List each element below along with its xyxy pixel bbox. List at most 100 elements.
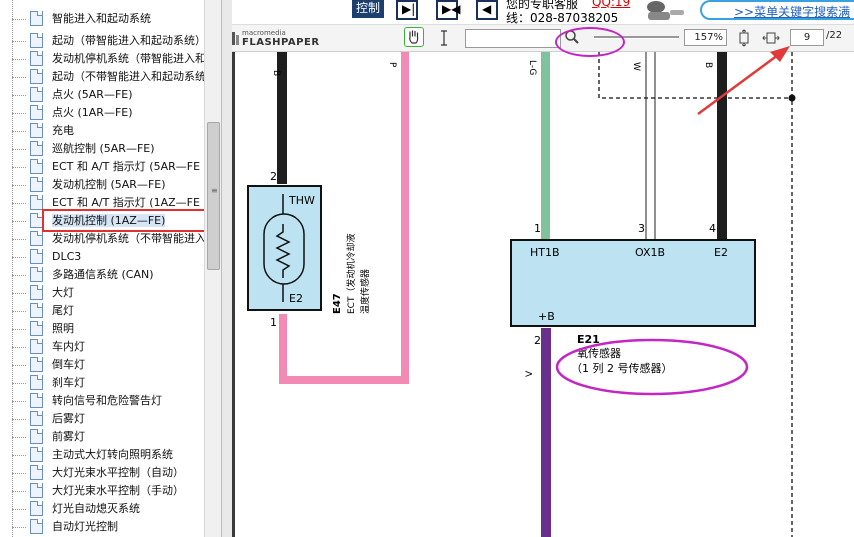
sensor-label-plus-b: +B	[538, 310, 555, 323]
document-page-icon	[30, 284, 43, 300]
tree-connector	[12, 329, 26, 330]
hand-icon	[409, 30, 419, 44]
tree-item-label: 发动机控制 (5AR—FE)	[52, 178, 166, 191]
next-page-button[interactable]: ▶|	[396, 0, 418, 20]
tree-connector	[12, 41, 26, 42]
tree-item-label: 发动机停机系统（带智能进入和	[52, 52, 204, 65]
tree-item-label: 前雾灯	[52, 430, 85, 443]
tree-item[interactable]: 前雾灯	[12, 428, 85, 446]
wire-tag-pink: P	[387, 62, 397, 68]
tree-connector	[12, 203, 26, 204]
document-page-icon	[30, 518, 43, 534]
document-page-icon	[30, 428, 43, 444]
phone-text: 线：028-87038205	[506, 12, 619, 24]
document-page-icon	[30, 194, 43, 210]
tree-item[interactable]: 发动机停机系统（不带智能进入	[12, 230, 204, 248]
tree-item-label: 刹车灯	[52, 376, 85, 389]
tree-item[interactable]: 发动机控制 (5AR—FE)	[12, 176, 166, 194]
tree-connector	[12, 131, 26, 132]
tree-item[interactable]: 倒车灯	[12, 356, 85, 374]
tree-item-label: 后雾灯	[52, 412, 85, 425]
tree-connector	[12, 347, 26, 348]
wire-tag-black-left: B	[271, 70, 281, 76]
bookmark-tree: 智能进入和起动系统起动（带智能进入和起动系统） 发动机停机系统（带智能进入和起动（…	[0, 0, 204, 537]
control-label: 控制	[352, 0, 385, 18]
tree-item[interactable]: DLC3	[12, 248, 81, 266]
page-total: /22	[826, 30, 843, 41]
fit-page-button[interactable]: ▶◀	[436, 0, 460, 20]
tree-item[interactable]: 灯光自动熄灭系统	[12, 500, 140, 518]
tree-connector	[12, 473, 26, 474]
tree-item-label: 大灯光束水平控制（自动）	[52, 466, 184, 479]
tree-item-label: 尾灯	[52, 304, 74, 317]
tree-connector	[12, 221, 26, 222]
tree-scrollbar-thumb[interactable]: ≡	[207, 122, 220, 270]
document-page-icon	[30, 86, 43, 102]
qq-link[interactable]: QQ:19	[592, 0, 630, 9]
tree-item[interactable]: 主动式大灯转向照明系统	[12, 446, 173, 464]
tree-item[interactable]: 发动机停机系统（带智能进入和	[12, 50, 204, 68]
search-input[interactable]	[465, 29, 561, 48]
previous-page-button[interactable]: ◀	[476, 0, 498, 20]
tree-item[interactable]: 大灯光束水平控制（自动）	[12, 464, 184, 482]
sensor-label-e2: E2	[714, 246, 728, 259]
tree-guide-line	[12, 0, 13, 537]
tree-item[interactable]: 车内灯	[12, 338, 85, 356]
green-wire	[541, 52, 550, 240]
hand-tool-button[interactable]	[404, 27, 424, 47]
tree-item[interactable]: 大灯光束水平控制（手动）	[12, 482, 184, 500]
tree-item[interactable]: 尾灯	[12, 302, 74, 320]
tree-scrollbar[interactable]: ≡	[204, 0, 221, 537]
menu-keyword-search-text[interactable]: >>菜单关键字搜索满	[734, 3, 850, 20]
tree-item-label: 充电	[52, 124, 74, 137]
sensor-note: （1 列 2 号传感器）	[571, 361, 673, 375]
sensor-pin-1: 1	[534, 222, 541, 235]
tree-item[interactable]: 后雾灯	[12, 410, 85, 428]
tree-item-label: 发动机停机系统（不带智能进入	[52, 232, 204, 245]
logo-line2: FLASHPAPER	[242, 37, 320, 48]
tree-connector	[12, 257, 26, 258]
tree-item-label: 多路通信系统 (CAN)	[52, 268, 154, 281]
tree-item[interactable]: 充电	[12, 122, 74, 140]
document-page-icon	[30, 50, 43, 66]
tree-item[interactable]: 点火 (5AR—FE)	[12, 86, 133, 104]
tree-connector	[12, 383, 26, 384]
tree-item[interactable]: 自动灯光控制	[12, 518, 118, 536]
document-page-icon	[30, 464, 43, 480]
left-label-thw: THW	[288, 194, 315, 207]
tree-connector	[12, 77, 26, 78]
tree-item[interactable]: 刹车灯	[12, 374, 85, 392]
logo-line1: macromedia	[242, 29, 286, 37]
tree-connector	[12, 149, 26, 150]
document-viewport[interactable]: B P 2 THW E2 1 E47 ECT（发动机冷却液 温度传感器 L-G …	[232, 52, 854, 537]
tree-connector	[12, 437, 26, 438]
tree-item[interactable]: 大灯	[12, 284, 74, 302]
tree-item[interactable]: ECT 和 A/T 指示灯 (5AR—FE	[12, 158, 201, 176]
tree-connector	[12, 113, 26, 114]
tree-item[interactable]: 起动（不带智能进入和起动系统	[12, 68, 204, 86]
tree-item[interactable]: 照明	[12, 320, 74, 338]
prev-arrow-icon: ◀	[482, 2, 492, 16]
tree-item-label: ECT 和 A/T 指示灯 (1AZ—FE	[52, 196, 200, 209]
text-select-tool-icon[interactable]	[438, 29, 450, 47]
tree-item[interactable]: 巡航控制 (5AR—FE)	[12, 140, 155, 158]
tree-connector	[12, 167, 26, 168]
sensor-label-ht1b: HT1B	[530, 246, 560, 259]
tree-item[interactable]: 起动（带智能进入和起动系统）	[12, 32, 204, 50]
wire-tag-violet: V	[525, 370, 535, 377]
tree-item[interactable]: 智能进入和起动系统	[12, 10, 151, 28]
tree-item[interactable]: 多路通信系统 (CAN)	[12, 266, 154, 284]
left-label-e2: E2	[289, 292, 303, 305]
ect-name2: 温度传感器	[359, 269, 371, 314]
tree-item-label: ECT 和 A/T 指示灯 (5AR—FE	[52, 160, 201, 173]
document-page-icon	[30, 10, 43, 26]
white-wire	[645, 52, 656, 240]
tree-item[interactable]: 转向信号和危险警告灯	[12, 392, 162, 410]
wire-tag-white: W	[631, 62, 641, 71]
sensor-pin-4: 4	[709, 222, 716, 235]
tree-connector	[12, 19, 26, 20]
tree-item[interactable]: 点火 (1AR—FE)	[12, 104, 133, 122]
tree-item-label: 巡航控制 (5AR—FE)	[52, 142, 155, 155]
menu-keyword-search-link[interactable]: >>菜单关键字搜索满	[700, 0, 854, 20]
tree-connector	[12, 311, 26, 312]
